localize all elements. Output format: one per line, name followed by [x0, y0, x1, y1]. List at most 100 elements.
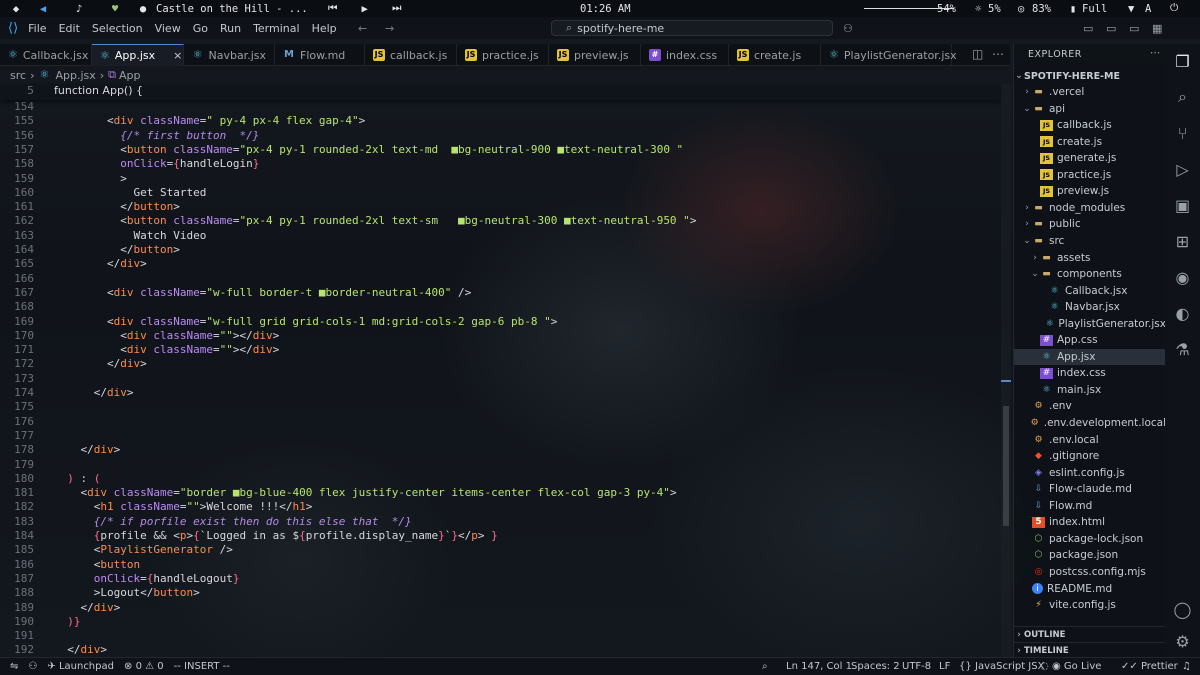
back-arrow-icon[interactable]: ←	[358, 22, 367, 35]
explorer-item[interactable]: ⚙ .env.development.local	[1014, 415, 1166, 431]
explorer-item[interactable]: ⇩ Flow-claude.md	[1014, 481, 1166, 497]
code-line[interactable]: 177	[0, 429, 1000, 443]
breadcrumb-folder[interactable]: src	[10, 69, 26, 82]
cursor-position[interactable]: Ln 147, Col 1	[786, 661, 852, 672]
code-line[interactable]: 178 </div>	[0, 443, 1000, 457]
menu-item-help[interactable]: Help	[312, 22, 337, 35]
code-line[interactable]: 175	[0, 400, 1000, 414]
code-line[interactable]: 158 onClick={handleLogin}	[0, 157, 1000, 171]
explorer-item[interactable]: ⌄ ▬ api	[1014, 101, 1166, 117]
code-line[interactable]: 192 </div>	[0, 643, 1000, 657]
code-line[interactable]: 186 <button	[0, 558, 1000, 572]
remote-icon[interactable]: ⇋	[10, 661, 18, 672]
code-line[interactable]: 156 {/* first button */}	[0, 129, 1000, 143]
explorer-item[interactable]: ◎ postcss.config.mjs	[1014, 564, 1166, 580]
menu-item-terminal[interactable]: Terminal	[253, 22, 300, 35]
toggle-secondary-sidebar-icon[interactable]: ▭	[1129, 22, 1139, 35]
explorer-item[interactable]: ◈ eslint.config.js	[1014, 465, 1166, 481]
code-line[interactable]: 189 </div>	[0, 601, 1000, 615]
source-control-icon[interactable]: ⑂	[1172, 122, 1194, 144]
tab-playlistgenerator-jsx[interactable]: ⚛ PlaylistGenerator.jsx	[821, 44, 957, 66]
customize-layout-icon[interactable]: ▦	[1152, 22, 1162, 35]
play-icon[interactable]: ▶	[358, 0, 372, 17]
breadcrumb-file[interactable]: App.jsx	[55, 69, 95, 82]
code-line[interactable]: 164 </button>	[0, 243, 1000, 257]
explorer-item[interactable]: › ▬ .vercel	[1014, 84, 1166, 100]
explorer-item[interactable]: ⚛ App.jsx	[1014, 348, 1166, 365]
code-line[interactable]: 168	[0, 300, 1000, 314]
close-icon[interactable]: ×	[173, 49, 182, 62]
code-line[interactable]: 176	[0, 415, 1000, 429]
code-line[interactable]: 172 </div>	[0, 357, 1000, 371]
more-actions-icon[interactable]: ⋯	[992, 47, 1004, 61]
explorer-item[interactable]: › ▬ node_modules	[1014, 200, 1166, 216]
explorer-item[interactable]: JS preview.js	[1014, 183, 1166, 199]
tab-index-css[interactable]: # index.css	[641, 44, 729, 66]
media-title[interactable]: Castle on the Hill - ...	[156, 3, 308, 15]
launchpad-item[interactable]: ✈ Launchpad	[47, 661, 114, 672]
code-line[interactable]: 188 >Logout</button>	[0, 586, 1000, 600]
breadcrumb-symbol[interactable]: App	[119, 69, 141, 82]
vscode-icon[interactable]: ◀	[36, 0, 50, 17]
code-line[interactable]: 174 </div>	[0, 386, 1000, 400]
scrollbar-thumb[interactable]	[1003, 406, 1009, 526]
go-live-button[interactable]: ◉ Go Live	[1052, 661, 1101, 672]
more-actions-icon[interactable]: ⋯	[1150, 47, 1161, 59]
outline-section[interactable]: › OUTLINE	[1014, 626, 1166, 642]
code-line[interactable]: 160 Get Started	[0, 186, 1000, 200]
menu-item-go[interactable]: Go	[193, 22, 208, 35]
code-line[interactable]: 182 <h1 className="">Welcome !!!</h1>	[0, 500, 1000, 514]
explorer-item[interactable]: ⇩ Flow.md	[1014, 498, 1166, 514]
indentation[interactable]: Spaces: 2	[851, 661, 900, 672]
tab-app-jsx[interactable]: ⚛ App.jsx ×	[92, 44, 184, 66]
github-icon[interactable]: ◐	[1172, 302, 1194, 324]
command-center-search[interactable]: ⌕ spotify-here-me	[551, 20, 833, 36]
toggle-panel-icon[interactable]: ▭	[1106, 22, 1116, 35]
sticky-scroll-header[interactable]: 5 function App() {	[0, 84, 1000, 100]
tab-callback-jsx[interactable]: ⚛ Callback.jsx	[0, 44, 92, 66]
code-line[interactable]: 162 <button className="px-4 py-1 rounded…	[0, 214, 1000, 228]
split-editor-icon[interactable]: ◫	[972, 47, 983, 61]
copilot-icon[interactable]: ⚇	[843, 22, 853, 35]
code-line[interactable]: 163 Watch Video	[0, 229, 1000, 243]
code-line[interactable]: 165 </div>	[0, 257, 1000, 271]
code-line[interactable]: 187 onClick={handleLogout}	[0, 572, 1000, 586]
code-line[interactable]: 180 ) : (	[0, 472, 1000, 486]
menu-item-edit[interactable]: Edit	[59, 22, 80, 35]
previous-track-icon[interactable]: ⏮	[326, 0, 340, 17]
explorer-item[interactable]: ⬡ package.json	[1014, 547, 1166, 563]
encoding[interactable]: UTF-8	[902, 661, 931, 672]
explorer-item[interactable]: ⚛ Callback.jsx	[1014, 283, 1166, 299]
explorer-item[interactable]: i README.md	[1014, 581, 1166, 597]
explorer-item[interactable]: ⌄ ▬ src	[1014, 233, 1166, 249]
menu-item-selection[interactable]: Selection	[92, 22, 143, 35]
tab-create-js[interactable]: JS create.js	[729, 44, 821, 66]
code-line[interactable]: 154	[0, 100, 1000, 114]
files-icon[interactable]: ❐	[1172, 50, 1194, 72]
explorer-item[interactable]: › ▬ assets	[1014, 250, 1166, 266]
code-line[interactable]: 190 )}	[0, 615, 1000, 629]
power-icon[interactable]: ⏻	[1170, 2, 1178, 15]
explorer-item[interactable]: ⬡ package-lock.json	[1014, 531, 1166, 547]
explorer-item[interactable]: ⚡ vite.config.js	[1014, 597, 1166, 613]
code-line[interactable]: 157 <button className="px-4 py-1 rounded…	[0, 143, 1000, 157]
search-icon[interactable]: ⌕	[1172, 86, 1194, 108]
explorer-item[interactable]: ⚙ .env.local	[1014, 432, 1166, 448]
remote-explorer-icon[interactable]: ▣	[1172, 194, 1194, 216]
explorer-item[interactable]: JS create.js	[1014, 134, 1166, 150]
explorer-item[interactable]: ⚛ main.jsx	[1014, 382, 1166, 398]
tab-flow-md[interactable]: M Flow.md	[275, 44, 365, 66]
arch-logo-icon[interactable]: ◆	[6, 0, 26, 17]
explorer-item[interactable]: ⚙ .env	[1014, 398, 1166, 414]
wifi-icon[interactable]: ▼	[1128, 3, 1134, 15]
code-line[interactable]: 173	[0, 372, 1000, 386]
language-mode[interactable]: JavaScript JSX	[975, 661, 1044, 672]
timeline-section[interactable]: › TIMELINE	[1014, 642, 1166, 658]
code-line[interactable]: 184 {profile && <p>{`Logged in as ${prof…	[0, 529, 1000, 543]
accounts-status-icon[interactable]: ⚇	[28, 661, 37, 672]
problems-item[interactable]: ⊗ 0 ⚠ 0	[124, 661, 164, 672]
settings-gear-icon[interactable]: ⚙	[1172, 630, 1194, 652]
explorer-item[interactable]: 5 index.html	[1014, 514, 1166, 530]
end-of-line[interactable]: LF	[939, 661, 950, 672]
editor-scrollbar[interactable]	[1001, 84, 1011, 657]
